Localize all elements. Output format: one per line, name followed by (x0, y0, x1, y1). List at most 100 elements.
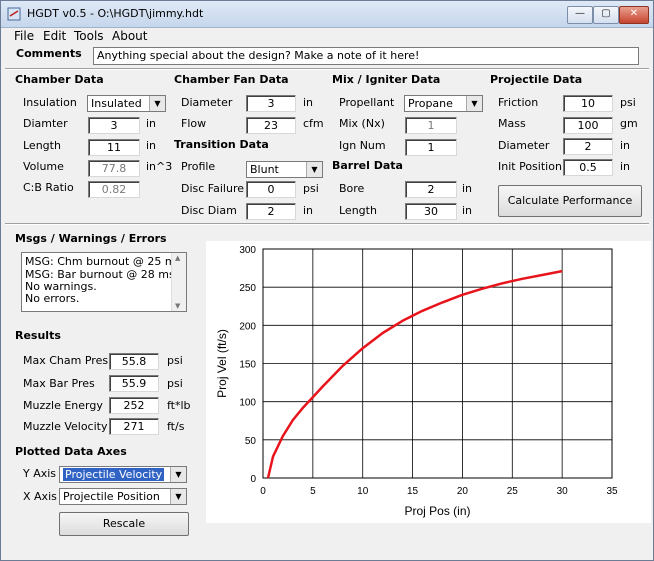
x-tick-label: 25 (507, 486, 519, 497)
mass-unit: gm (620, 117, 638, 130)
mix-title: Mix / Igniter Data (332, 73, 441, 86)
fan-flow-label: Flow (181, 117, 207, 130)
menu-edit[interactable]: Edit (43, 29, 66, 43)
mix-input[interactable]: 1 (405, 117, 457, 134)
menu-about[interactable]: About (112, 29, 147, 43)
comments-input[interactable]: Anything special about the design? Make … (93, 47, 639, 65)
bore-unit: in (462, 182, 473, 195)
scroll-up-icon[interactable]: ▲ (175, 254, 180, 262)
chevron-down-icon: ▼ (149, 96, 165, 111)
x-tick-label: 30 (557, 486, 569, 497)
chamber-length-unit: in (146, 139, 157, 152)
messages-scrollbar[interactable]: ▲ ▼ (171, 253, 186, 311)
series-line (266, 269, 563, 479)
init-position-input[interactable]: 0.5 (563, 159, 613, 176)
x-tick-label: 5 (310, 486, 316, 497)
x-tick-label: 15 (407, 486, 419, 497)
mass-input[interactable]: 100 (563, 117, 613, 134)
chamber-diameter-input[interactable]: 3 (88, 117, 140, 134)
propellant-value: Propane (408, 97, 453, 110)
disc-diam-unit: in (303, 204, 314, 217)
profile-select[interactable]: Blunt ▼ (246, 161, 323, 178)
volume-unit: in^3 (146, 160, 173, 173)
rescale-button[interactable]: Rescale (59, 512, 189, 536)
maximize-icon: ▢ (601, 8, 611, 19)
window-title: HGDT v0.5 - O:\HGDT\jimmy.hdt (27, 7, 204, 20)
results-title: Results (15, 329, 61, 342)
chamber-title: Chamber Data (15, 73, 104, 86)
scroll-down-icon[interactable]: ▼ (175, 302, 180, 310)
friction-unit: psi (620, 96, 636, 109)
insulation-value: Insulated (91, 97, 142, 110)
transition-title: Transition Data (174, 138, 269, 151)
barrel-title: Barrel Data (332, 159, 403, 172)
y-axis-select[interactable]: Projectile Velocity ▼ (59, 466, 187, 483)
fan-flow-input[interactable]: 23 (246, 117, 296, 134)
messages-list[interactable]: MSG: Chm burnout @ 25 ms MSG: Bar burnou… (21, 252, 187, 312)
disc-diam-label: Disc Diam (181, 204, 237, 217)
x-tick-label: 10 (357, 486, 369, 497)
close-icon: ✕ (629, 8, 639, 19)
minimize-icon: — (575, 8, 585, 19)
maximize-button[interactable]: ▢ (593, 6, 619, 24)
max-bar-pres-unit: psi (167, 377, 183, 390)
x-axis-title: Proj Pos (in) (404, 504, 470, 518)
chamber-diameter-label: Diamter (23, 117, 68, 130)
profile-label: Profile (181, 160, 216, 173)
velocity-chart: 0 5 10 15 20 25 30 35 0 50 100 150 200 250 300 Proj Pos… (206, 241, 651, 523)
disc-diam-input[interactable]: 2 (246, 203, 296, 220)
ign-num-label: Ign Num (339, 139, 386, 152)
y-tick-label: 50 (245, 436, 257, 447)
friction-label: Friction (498, 96, 539, 109)
y-axis-title: Proj Vel (ft/s) (215, 329, 229, 398)
y-axis-label: Y Axis (23, 467, 57, 480)
insulation-label: Insulation (23, 96, 77, 109)
max-cham-pres-label: Max Cham Pres (23, 354, 109, 367)
y-tick-label: 200 (239, 321, 256, 332)
y-tick-label: 100 (239, 398, 256, 409)
muzzle-velocity-unit: ft/s (167, 420, 185, 433)
barrel-length-input[interactable]: 30 (405, 203, 457, 220)
menu-file[interactable]: File (14, 29, 34, 43)
muzzle-energy-unit: ft*lb (167, 399, 191, 412)
minimize-button[interactable]: — (567, 6, 593, 24)
chamber-length-label: Length (23, 139, 61, 152)
proj-diameter-label: Diameter (498, 139, 550, 152)
disc-failure-input[interactable]: 0 (246, 181, 296, 198)
x-axis-select[interactable]: Projectile Position ▼ (59, 488, 187, 505)
disc-failure-unit: psi (303, 182, 319, 195)
app-icon (7, 7, 21, 21)
propellant-select[interactable]: Propane ▼ (404, 95, 483, 112)
muzzle-velocity-output: 271 (109, 418, 159, 435)
proj-diameter-input[interactable]: 2 (563, 138, 613, 155)
menu-tools[interactable]: Tools (74, 29, 104, 43)
fan-title: Chamber Fan Data (174, 73, 289, 86)
cb-ratio-output: 0.82 (88, 181, 140, 198)
max-cham-pres-output: 55.8 (109, 353, 159, 370)
x-tick-label: 0 (260, 486, 266, 497)
x-axis-label: X Axis (23, 490, 57, 503)
messages-title: Msgs / Warnings / Errors (15, 232, 167, 245)
proj-diameter-unit: in (620, 139, 631, 152)
volume-label: Volume (23, 160, 64, 173)
title-bar[interactable]: HGDT v0.5 - O:\HGDT\jimmy.hdt — ▢ ✕ (1, 1, 653, 28)
fan-diameter-label: Diameter (181, 96, 233, 109)
ign-num-input[interactable]: 1 (405, 139, 457, 156)
y-tick-label: 150 (239, 360, 256, 371)
friction-input[interactable]: 10 (563, 95, 613, 112)
bore-label: Bore (339, 182, 365, 195)
divider (5, 223, 649, 225)
bore-input[interactable]: 2 (405, 181, 457, 198)
close-button[interactable]: ✕ (619, 6, 649, 24)
fan-diameter-input[interactable]: 3 (246, 95, 296, 112)
comments-label: Comments (16, 47, 82, 60)
barrel-length-unit: in (462, 204, 473, 217)
insulation-select[interactable]: Insulated ▼ (87, 95, 166, 112)
barrel-length-label: Length (339, 204, 377, 217)
calculate-performance-button[interactable]: Calculate Performance (498, 185, 642, 217)
message-line: No errors. (25, 292, 80, 305)
max-cham-pres-unit: psi (167, 354, 183, 367)
chevron-down-icon: ▼ (170, 489, 186, 504)
y-tick-label: 250 (239, 283, 256, 294)
chamber-length-input[interactable]: 11 (88, 139, 140, 156)
